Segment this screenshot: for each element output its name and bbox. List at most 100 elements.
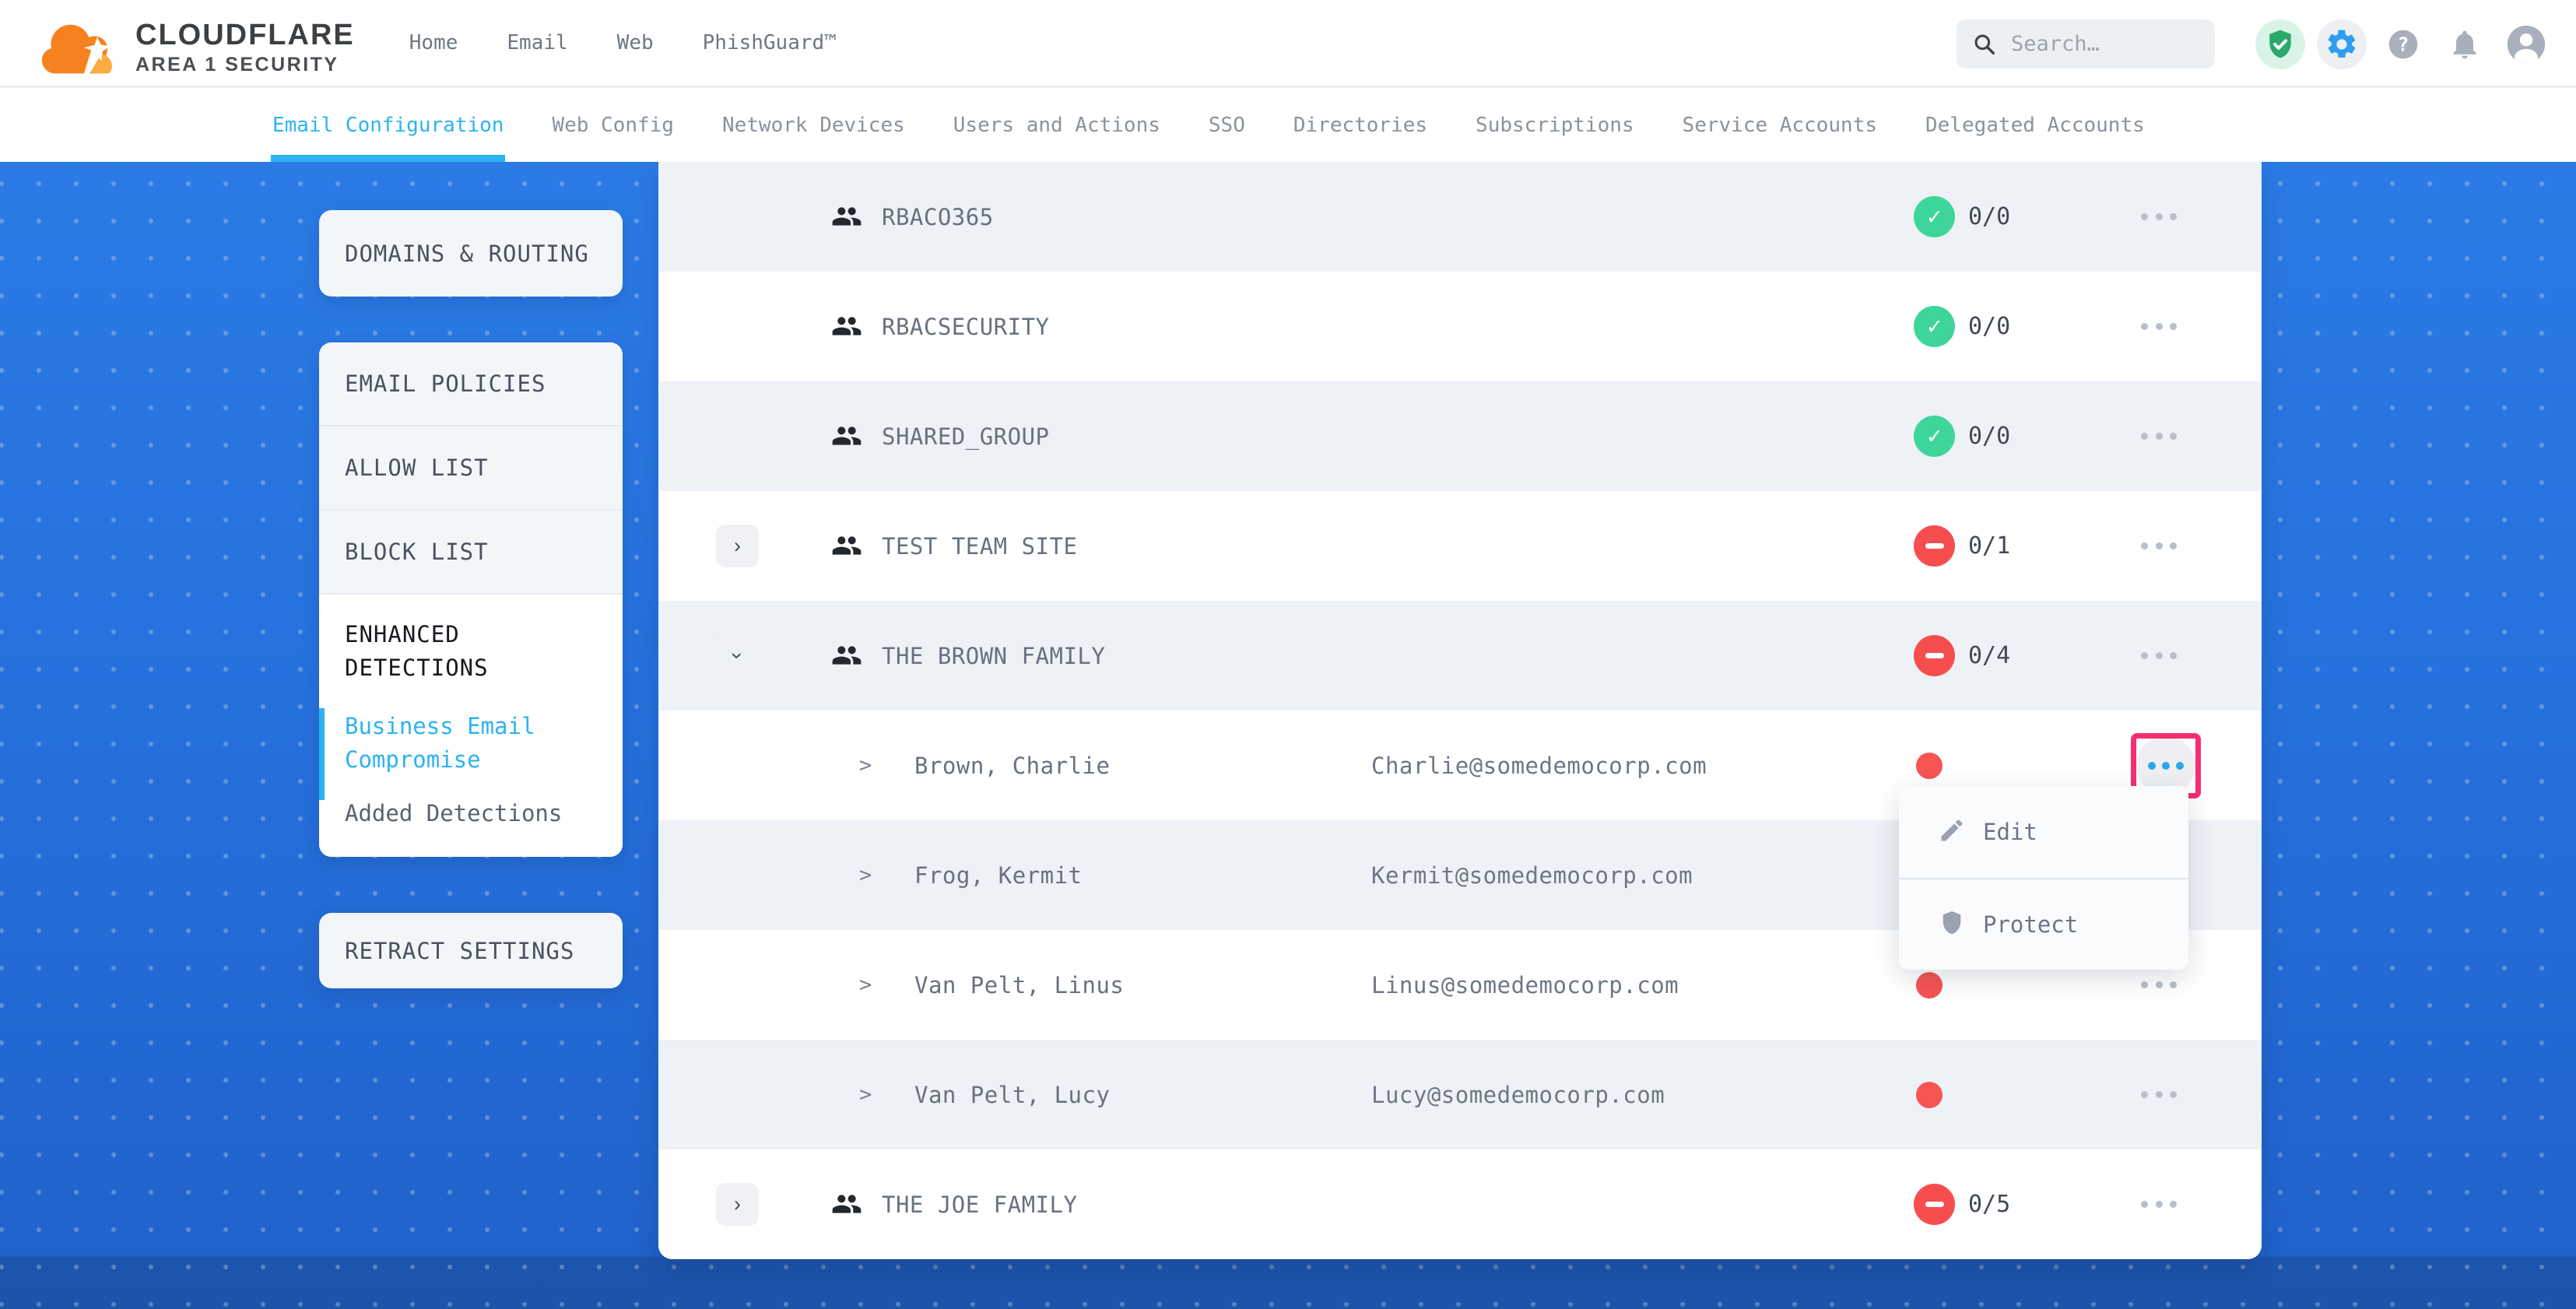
member-name: Frog, Kermit <box>914 820 1083 930</box>
tab-delegated-accounts[interactable]: Delegated Accounts <box>1925 88 2145 162</box>
sidebar-item-business-email-compromise[interactable]: Business Email Compromise <box>345 710 578 777</box>
menu-item-label: Protect <box>1983 911 2078 938</box>
table-row[interactable]: RBACSECURITY✓0/0 <box>658 272 2262 381</box>
shield-check-icon[interactable] <box>2255 19 2305 69</box>
app-header: CLOUDFLARE AREA 1 SECURITY Home Email Web P… <box>0 0 2576 88</box>
status-dot-flagged <box>1916 972 1943 998</box>
status-dot-flagged <box>1916 753 1943 779</box>
member-chevron-icon: > <box>859 711 872 820</box>
member-email: Charlie@somedemocorp.com <box>1371 711 1707 820</box>
table-row[interactable]: RBACO365 ✓ 0/0 <box>658 162 2262 272</box>
nav-item-phishguard[interactable]: PhishGuard™ <box>703 31 837 54</box>
group-name: THE BROWN FAMILY <box>882 601 1105 711</box>
member-email: Lucy@somedemocorp.com <box>1371 1040 1665 1149</box>
check-icon: ✓ <box>1927 205 1941 229</box>
search-icon <box>1972 32 1997 57</box>
minus-icon <box>1925 543 1944 549</box>
policy-items: EMAIL POLICIES ALLOW LIST BLOCK LIST <box>319 342 623 595</box>
sidebar-item-email-policies[interactable]: EMAIL POLICIES <box>319 342 623 426</box>
sidebar-item-label: DOMAINS & ROUTING <box>345 240 589 267</box>
settings-gear-icon[interactable] <box>2317 19 2367 69</box>
expand-group-button[interactable]: › <box>716 1183 759 1226</box>
tab-subscriptions[interactable]: Subscriptions <box>1476 88 1634 162</box>
menu-item-edit[interactable]: Edit <box>1899 786 2188 878</box>
table-row[interactable]: >Van Pelt, LucyLucy@somedemocorp.com <box>658 1040 2262 1149</box>
sidebar: DOMAINS & ROUTING EMAIL POLICIES ALLOW LI… <box>319 210 623 988</box>
row-context-menu: Edit Protect <box>1899 786 2188 970</box>
help-icon[interactable]: ? <box>2378 19 2428 69</box>
header-icon-row: ? <box>2255 19 2551 69</box>
table-row[interactable]: ›THE JOE FAMILY0/5 <box>658 1149 2262 1259</box>
ellipsis-icon <box>2148 762 2184 770</box>
active-item-indicator <box>319 708 325 800</box>
sidebar-item-retract-settings[interactable]: RETRACT SETTINGS <box>319 913 623 988</box>
group-icon <box>831 201 862 232</box>
row-menu-button[interactable] <box>2141 1040 2177 1149</box>
group-icon <box>831 420 862 451</box>
sidebar-item-label: EMAIL POLICIES <box>345 370 546 397</box>
table-row[interactable]: › THE BROWN FAMILY 0/4 <box>658 601 2262 711</box>
logo-subtitle: AREA 1 SECURITY <box>135 53 355 76</box>
logo-title: CLOUDFLARE <box>135 19 355 51</box>
tab-network-devices[interactable]: Network Devices <box>722 88 905 162</box>
account-icon[interactable] <box>2501 19 2551 69</box>
menu-item-protect[interactable]: Protect <box>1899 878 2188 970</box>
sidebar-policies-card: EMAIL POLICIES ALLOW LIST BLOCK LIST ENHAN… <box>319 342 623 857</box>
tab-service-accounts[interactable]: Service Accounts <box>1683 88 1877 162</box>
collapse-group-button[interactable]: › <box>716 634 759 677</box>
expand-group-button[interactable]: › <box>716 525 759 567</box>
tab-users-and-actions[interactable]: Users and Actions <box>953 88 1160 162</box>
member-email: Kermit@somedemocorp.com <box>1371 820 1693 930</box>
row-menu-button[interactable] <box>2141 162 2177 272</box>
search-box[interactable] <box>1957 19 2215 68</box>
table-row[interactable]: ›TEST TEAM SITE0/1 <box>658 491 2262 601</box>
status-badge-allowed: ✓ <box>1914 306 1955 347</box>
member-name: Brown, Charlie <box>914 711 1110 820</box>
protected-count: 0/0 <box>1968 272 2010 381</box>
sidebar-item-label: ALLOW LIST <box>345 454 489 481</box>
protected-count: 0/0 <box>1968 162 2010 272</box>
chevron-right-icon: › <box>734 535 741 556</box>
row-menu-button[interactable] <box>2141 381 2177 491</box>
chevron-down-icon: › <box>727 652 748 659</box>
cloudflare-logo[interactable]: CLOUDFLARE AREA 1 SECURITY <box>40 9 355 77</box>
nav-item-email[interactable]: Email <box>507 31 567 54</box>
group-icon <box>831 640 862 671</box>
group-icon <box>831 530 862 561</box>
nav-item-web[interactable]: Web <box>617 31 654 54</box>
sidebar-item-domains-routing[interactable]: DOMAINS & ROUTING <box>319 210 623 297</box>
row-menu-button[interactable] <box>2141 491 2177 601</box>
sidebar-item-added-detections[interactable]: Added Detections <box>345 797 578 830</box>
sidebar-section-enhanced-detections: ENHANCED DETECTIONS Business Email Compr… <box>319 595 623 857</box>
group-name: RBACO365 <box>882 162 994 272</box>
status-badge-blocked <box>1914 1184 1955 1225</box>
check-icon: ✓ <box>1927 315 1941 339</box>
row-menu-button[interactable] <box>2141 272 2177 381</box>
row-menu-button[interactable] <box>2141 1149 2177 1259</box>
group-icon <box>831 311 862 342</box>
row-menu-button[interactable] <box>2141 601 2177 711</box>
sidebar-item-label: RETRACT SETTINGS <box>345 938 574 964</box>
search-input[interactable] <box>2011 32 2182 56</box>
table-row[interactable]: SHARED_GROUP✓0/0 <box>658 381 2262 491</box>
group-name: SHARED_GROUP <box>882 381 1050 491</box>
minus-icon <box>1925 1202 1944 1207</box>
nav-item-home[interactable]: Home <box>409 31 458 54</box>
check-icon: ✓ <box>1927 425 1941 448</box>
member-chevron-icon: > <box>859 930 872 1040</box>
status-badge-blocked <box>1914 635 1955 676</box>
chevron-right-icon: › <box>734 1194 741 1215</box>
sidebar-item-block-list[interactable]: BLOCK LIST <box>319 511 623 595</box>
protected-count: 0/4 <box>1968 601 2010 711</box>
member-email: Linus@somedemocorp.com <box>1371 930 1679 1040</box>
notifications-bell-icon[interactable] <box>2440 19 2490 69</box>
tab-directories[interactable]: Directories <box>1293 88 1427 162</box>
protected-count: 0/5 <box>1968 1149 2010 1259</box>
sidebar-item-allow-list[interactable]: ALLOW LIST <box>319 426 623 511</box>
status-badge-allowed: ✓ <box>1914 416 1955 457</box>
header-right: ? <box>1957 0 2551 88</box>
tab-sso[interactable]: SSO <box>1209 88 1245 162</box>
svg-text:?: ? <box>2398 33 2409 55</box>
tab-web-config[interactable]: Web Config <box>552 88 674 162</box>
tab-email-configuration[interactable]: Email Configuration <box>272 88 504 162</box>
